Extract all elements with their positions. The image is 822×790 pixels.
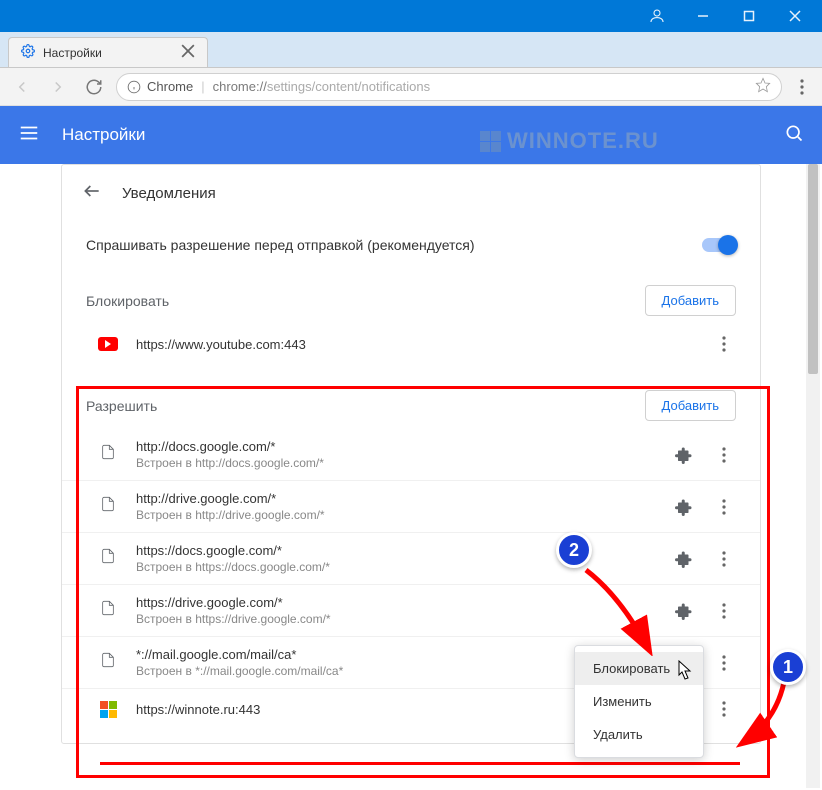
annotation-arrow-2 (580, 566, 660, 656)
context-menu-item[interactable]: Изменить (575, 685, 703, 718)
nav-forward-button[interactable] (44, 73, 72, 101)
row-menu-button[interactable] (712, 655, 736, 671)
site-favicon (98, 699, 118, 719)
allow-section-header: Разрешить Добавить (62, 374, 760, 429)
search-icon[interactable] (784, 123, 804, 148)
address-label: Chrome (147, 79, 193, 94)
annotation-underline (100, 762, 740, 765)
site-sublabel: Встроен в https://drive.google.com/* (136, 612, 656, 626)
bookmark-star-icon[interactable] (755, 77, 771, 96)
block-section-title: Блокировать (86, 293, 169, 309)
reload-button[interactable] (80, 73, 108, 101)
extension-icon (674, 601, 694, 621)
settings-header: Настройки (0, 106, 822, 164)
close-window-button[interactable] (772, 0, 818, 32)
tab-title: Настройки (43, 46, 102, 60)
row-menu-button[interactable] (712, 551, 736, 567)
row-menu-button[interactable] (712, 701, 736, 717)
site-row: http://docs.google.com/* Встроен в http:/… (62, 429, 760, 480)
annotation-badge-2: 2 (556, 532, 592, 568)
extension-icon (674, 497, 694, 517)
ask-permission-label: Спрашивать разрешение перед отправкой (р… (86, 237, 475, 253)
window-titlebar (0, 0, 822, 32)
block-section-header: Блокировать Добавить (62, 269, 760, 324)
add-block-button[interactable]: Добавить (645, 285, 736, 316)
site-favicon (98, 334, 118, 354)
browser-menu-button[interactable] (790, 79, 814, 95)
row-menu-button[interactable] (712, 603, 736, 619)
minimize-button[interactable] (680, 0, 726, 32)
site-sublabel: Встроен в http://docs.google.com/* (136, 456, 656, 470)
scrollbar[interactable] (806, 164, 820, 788)
tab-strip: Настройки (0, 32, 822, 68)
allow-section-title: Разрешить (86, 398, 157, 414)
site-info-icon[interactable]: Chrome (127, 79, 193, 94)
row-menu-button[interactable] (712, 447, 736, 463)
gear-icon (21, 44, 35, 61)
site-favicon (98, 601, 118, 621)
site-favicon (98, 497, 118, 517)
page-title: Уведомления (122, 185, 216, 202)
context-menu-item[interactable]: Удалить (575, 718, 703, 751)
browser-toolbar: Chrome | chrome://settings/content/notif… (0, 68, 822, 106)
hamburger-menu-icon[interactable] (18, 122, 40, 149)
url-scheme: chrome:// (213, 79, 267, 94)
back-arrow-icon[interactable] (82, 181, 102, 206)
user-account-icon[interactable] (634, 0, 680, 32)
tab-close-icon[interactable] (181, 44, 195, 61)
site-row: https://www.youtube.com:443 (62, 324, 760, 364)
page-toolbar: Уведомления (62, 165, 760, 221)
site-row: http://drive.google.com/* Встроен в http:… (62, 480, 760, 532)
site-url: http://drive.google.com/* (136, 491, 656, 506)
nav-back-button[interactable] (8, 73, 36, 101)
scrollbar-thumb[interactable] (808, 164, 818, 374)
site-favicon (98, 549, 118, 569)
site-url: http://docs.google.com/* (136, 439, 656, 454)
annotation-arrow-1 (736, 680, 788, 750)
site-favicon (98, 653, 118, 673)
site-favicon (98, 445, 118, 465)
maximize-button[interactable] (726, 0, 772, 32)
ask-permission-toggle[interactable] (702, 238, 736, 252)
mouse-cursor-icon (676, 660, 694, 682)
extension-icon (674, 549, 694, 569)
site-url: https://drive.google.com/* (136, 595, 656, 610)
url-path: settings/content/notifications (267, 79, 430, 94)
add-allow-button[interactable]: Добавить (645, 390, 736, 421)
ask-permission-row: Спрашивать разрешение перед отправкой (р… (62, 221, 760, 269)
watermark: WINNOTE.RU (480, 128, 659, 154)
site-sublabel: Встроен в http://drive.google.com/* (136, 508, 656, 522)
row-menu-button[interactable] (712, 336, 736, 352)
settings-title: Настройки (62, 125, 145, 145)
site-url: https://www.youtube.com:443 (136, 337, 694, 352)
row-menu-button[interactable] (712, 499, 736, 515)
browser-tab[interactable]: Настройки (8, 37, 208, 67)
address-bar[interactable]: Chrome | chrome://settings/content/notif… (116, 73, 782, 101)
annotation-badge-1: 1 (770, 649, 806, 685)
extension-icon (674, 445, 694, 465)
